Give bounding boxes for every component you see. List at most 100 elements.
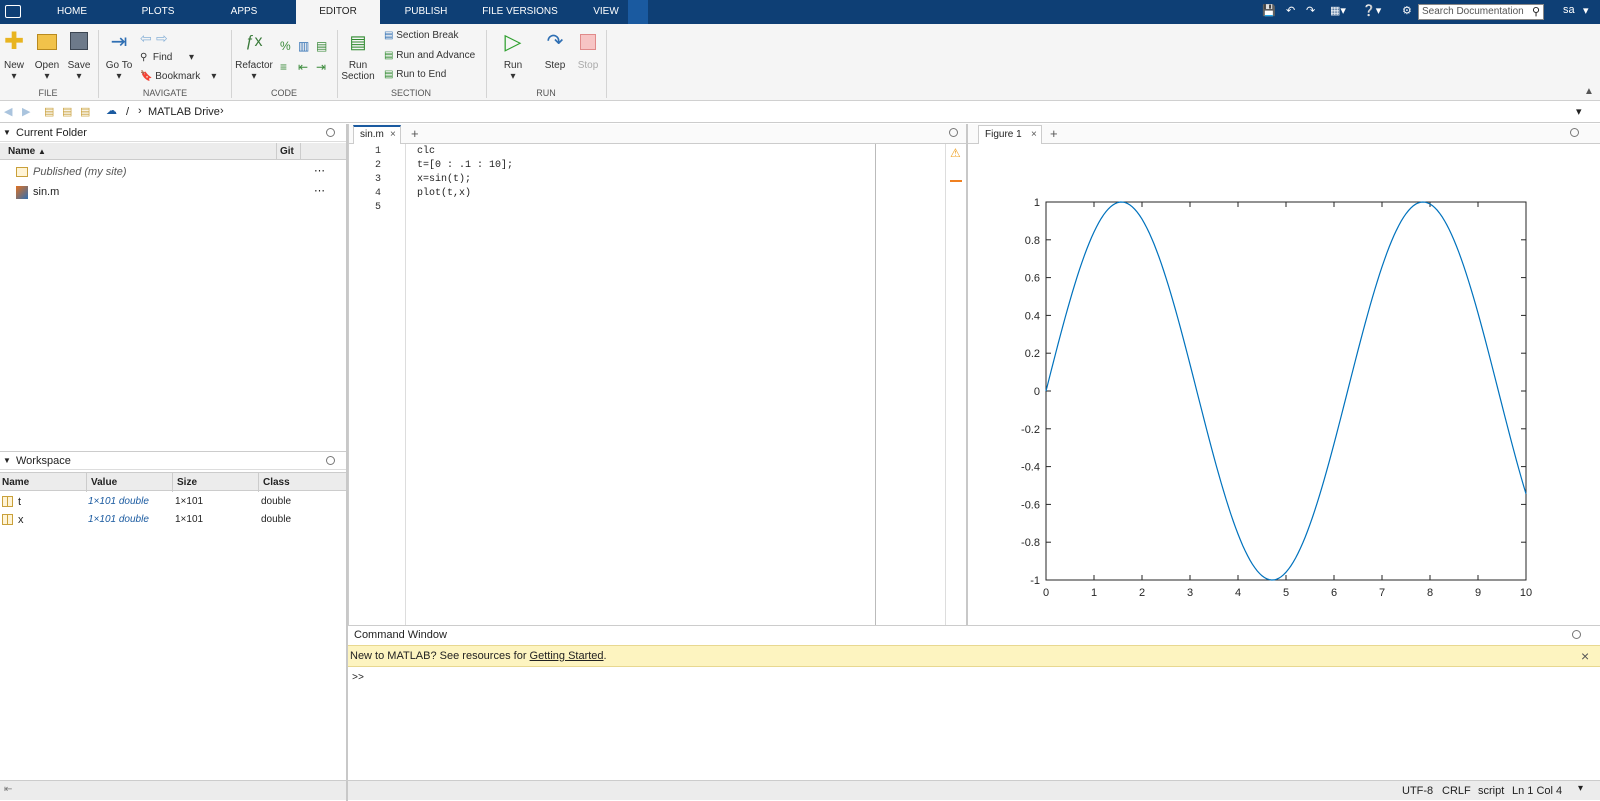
cloud-drive-icon[interactable]: ☁ (106, 104, 117, 117)
collapse-toolstrip-icon[interactable]: ▲ (1584, 86, 1594, 97)
wrap-comments-icon[interactable]: ▥ (298, 39, 309, 53)
more-options-icon[interactable]: ⋯ (314, 184, 325, 197)
increase-indent-icon[interactable]: ⇥ (316, 60, 326, 74)
run-section-button[interactable]: ▤ Run Section (340, 30, 376, 82)
redo-icon[interactable]: ↷ (1306, 4, 1315, 17)
column-name[interactable]: Name (2, 473, 29, 492)
x-tick-label: 10 (1520, 587, 1532, 599)
step-button[interactable]: ↷ Step (540, 30, 570, 71)
code-line[interactable]: x=sin(t); (417, 174, 471, 185)
comment-icon[interactable]: % (280, 39, 291, 53)
section-break-button[interactable]: ▤ Section Break (384, 30, 459, 41)
new-button[interactable]: ✚ New ▾ (2, 30, 26, 83)
tab-sin-m[interactable]: sin.m × (353, 125, 401, 144)
bookmark-button[interactable]: 🔖 Bookmark ▾ (140, 71, 216, 82)
back-icon[interactable]: ◀ (4, 105, 12, 118)
table-row[interactable]: t 1×101 double 1×101 double (0, 493, 346, 511)
breadcrumb-matlab-drive[interactable]: MATLAB Drive (148, 106, 220, 118)
breadcrumb-root[interactable]: / (126, 106, 129, 118)
run-and-advance-button[interactable]: ▤ Run and Advance (384, 50, 475, 61)
list-item[interactable]: Published (my site) ⋯ (0, 164, 346, 182)
help-icon[interactable]: ❔▾ (1362, 4, 1381, 17)
settings-icon[interactable]: ⚙ (1402, 4, 1412, 17)
status-line-ending[interactable]: CRLF (1442, 785, 1471, 797)
address-dropdown-icon[interactable]: ▾ (1576, 105, 1582, 118)
code-line[interactable]: t=[0 : .1 : 10]; (417, 160, 513, 171)
add-tab-icon[interactable]: + (1050, 126, 1058, 141)
tab-home[interactable]: HOME (50, 0, 94, 24)
close-icon[interactable]: × (1031, 126, 1037, 143)
panel-options-icon[interactable] (326, 128, 335, 137)
warning-marker[interactable] (950, 180, 962, 182)
column-class[interactable]: Class (258, 473, 290, 492)
back-arrow-icon[interactable]: ⇦ (140, 30, 152, 47)
y-tick-label: -0.8 (1021, 537, 1040, 549)
add-tab-icon[interactable]: + (411, 126, 419, 141)
status-menu-icon[interactable]: ▾ (1578, 783, 1583, 794)
table-row[interactable]: x 1×101 double 1×101 double (0, 511, 346, 529)
forward-arrow-icon[interactable]: ⇨ (156, 30, 168, 47)
tab-figure-1[interactable]: Figure 1 × (978, 125, 1042, 144)
divider (98, 30, 99, 98)
panel-options-icon[interactable] (949, 128, 958, 137)
tab-apps[interactable]: APPS (222, 0, 266, 24)
search-icon[interactable]: ⚲ (1532, 5, 1540, 18)
panel-options-icon[interactable] (1572, 630, 1581, 639)
tab-publish[interactable]: PUBLISH (396, 0, 456, 24)
status-file-type[interactable]: script (1478, 785, 1504, 797)
tab-plots[interactable]: PLOTS (136, 0, 180, 24)
user-menu[interactable]: sa (1563, 4, 1575, 16)
list-item[interactable]: sin.m ⋯ (0, 184, 346, 202)
chevron-down-icon[interactable]: ▾ (1583, 4, 1589, 17)
folder-search-icon[interactable]: ▤ (80, 105, 90, 118)
search-documentation-input[interactable]: Search Documentation (1418, 4, 1544, 20)
go-to-button[interactable]: ⇥ Go To ▾ (104, 30, 134, 82)
status-cursor-position[interactable]: Ln 1 Col 4 (1512, 785, 1562, 797)
forward-icon[interactable]: ▶ (22, 105, 30, 118)
section-label-navigate: NAVIGATE (142, 88, 188, 98)
stop-button[interactable]: Stop (574, 30, 602, 71)
run-to-end-icon: ▤ (384, 69, 394, 80)
column-name[interactable]: Name (8, 143, 35, 160)
status-left-icon[interactable]: ⇤ (4, 784, 12, 795)
right-margin-line (875, 144, 876, 625)
open-button[interactable]: Open ▾ (33, 30, 61, 82)
matlab-logo-icon[interactable] (5, 5, 21, 18)
decrease-indent-icon[interactable]: ⇤ (298, 60, 308, 74)
uncomment-icon[interactable]: ▤ (316, 39, 327, 53)
collapse-icon[interactable]: ▼ (3, 452, 11, 470)
getting-started-link[interactable]: Getting Started (530, 650, 604, 662)
more-options-icon[interactable]: ⋯ (314, 164, 325, 177)
smart-indent-icon[interactable]: ≡ (280, 60, 287, 74)
panel-title: Current Folder (16, 127, 87, 139)
column-value[interactable]: Value (86, 473, 117, 492)
code-line[interactable]: clc (417, 146, 435, 157)
run-button[interactable]: ▷ Run ▾ (498, 29, 528, 83)
code-line[interactable]: plot(t,x) (417, 188, 471, 199)
browse-folder-icon[interactable]: ▤ (62, 105, 72, 118)
command-input[interactable]: >> (348, 669, 1600, 779)
refactor-button[interactable]: ƒx Refactor ▾ (234, 30, 274, 82)
collapse-icon[interactable]: ▼ (3, 124, 11, 142)
warning-icon[interactable]: ⚠ (950, 146, 961, 160)
column-size[interactable]: Size (172, 473, 197, 492)
find-button[interactable]: ⚲ Find ▾ (140, 52, 194, 63)
tab-editor[interactable]: EDITOR (296, 0, 380, 25)
panel-options-icon[interactable] (326, 456, 335, 465)
column-git[interactable]: Git (276, 143, 294, 160)
section-break-icon: ▤ (384, 30, 394, 41)
run-to-end-button[interactable]: ▤ Run to End (384, 69, 446, 80)
sine-plot[interactable]: 0 1 2 3 4 5 6 7 8 9 10 -1 -0.8 -0.6 -0.4 -0.2 0 0.2 0.4 0.6… (968, 144, 1600, 625)
panel-options-icon[interactable] (1570, 128, 1579, 137)
status-encoding[interactable]: UTF-8 (1402, 785, 1433, 797)
up-folder-icon[interactable]: ▤ (44, 105, 54, 118)
close-icon[interactable]: × (1581, 646, 1589, 666)
tab-view[interactable]: VIEW (584, 0, 628, 24)
tab-file-versions[interactable]: FILE VERSIONS (478, 0, 562, 24)
undo-icon[interactable]: ↶ (1286, 4, 1295, 17)
save-icon[interactable]: 💾 (1262, 4, 1276, 17)
close-icon[interactable]: × (390, 127, 396, 143)
play-icon: ▷ (504, 29, 522, 54)
save-button[interactable]: Save ▾ (66, 30, 92, 82)
window-layout-icon[interactable]: ▦▾ (1330, 4, 1346, 17)
